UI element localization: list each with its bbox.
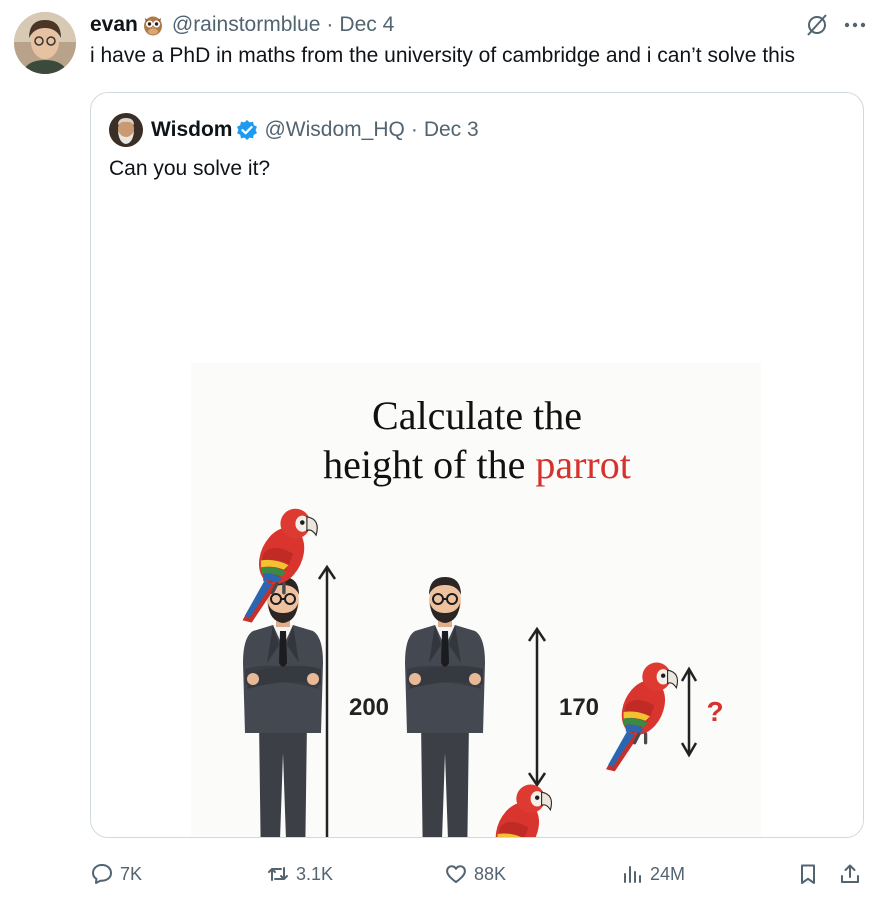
repost-button[interactable]: 3.1K: [266, 856, 333, 892]
quoted-header: Wisdom @Wisdom_HQ · Dec 3: [109, 113, 479, 147]
author-name[interactable]: evan: [90, 13, 138, 37]
quoted-date[interactable]: Dec 3: [424, 118, 479, 142]
action-bar: 7K 3.1K 88K 24M: [90, 856, 864, 892]
puzzle-title-highlight: parrot: [535, 442, 631, 487]
share-icon: [841, 864, 859, 883]
reply-button[interactable]: 7K: [90, 856, 142, 892]
puzzle-title-line2: height of the parrot: [323, 442, 631, 487]
puzzle-image[interactable]: Calculate the height of the parrot 200 1…: [91, 193, 863, 837]
tweet-date[interactable]: Dec 4: [339, 13, 394, 37]
like-count: 88K: [474, 863, 507, 884]
author-avatar[interactable]: [14, 12, 76, 74]
puzzle-title-line1: Calculate the: [372, 393, 582, 438]
quoted-tweet[interactable]: Wisdom @Wisdom_HQ · Dec 3 Can you solve …: [90, 92, 864, 838]
like-button[interactable]: 88K: [444, 856, 506, 892]
repost-icon: [268, 867, 288, 881]
reply-count: 7K: [120, 863, 143, 884]
more-options-icon[interactable]: [842, 12, 868, 38]
views-count: 24M: [650, 863, 686, 884]
quoted-author-name[interactable]: Wisdom: [151, 118, 232, 142]
views-button[interactable]: 24M: [620, 856, 685, 892]
quoted-text: Can you solve it?: [109, 157, 271, 180]
tweet-header: evan @rainstormblue · Dec 4: [90, 12, 868, 38]
reply-icon: [92, 864, 112, 884]
views-icon: [624, 866, 641, 883]
tweet-text: i have a PhD in maths from the universit…: [90, 44, 795, 67]
share-button[interactable]: [838, 856, 868, 892]
grok-icon[interactable]: [804, 12, 830, 38]
quoted-handle[interactable]: @Wisdom_HQ: [264, 118, 404, 142]
bookmark-button[interactable]: [796, 856, 826, 892]
puzzle-title-prefix: height of the: [323, 442, 535, 487]
bookmark-icon: [801, 864, 815, 884]
repost-count: 3.1K: [296, 863, 334, 884]
puzzle-illustration: Calculate the height of the parrot 200 1…: [191, 363, 761, 837]
quoted-avatar[interactable]: [109, 113, 143, 147]
heart-icon: [446, 865, 466, 883]
owl-icon: [142, 14, 164, 36]
question-mark-label: ?: [706, 696, 723, 727]
height-label-200: 200: [349, 694, 389, 721]
separator-dot: ·: [326, 13, 334, 36]
author-handle[interactable]: @rainstormblue: [172, 13, 321, 37]
height-label-170: 170: [559, 694, 599, 721]
verified-badge-icon: [236, 119, 258, 141]
quoted-separator-dot: ·: [410, 118, 418, 141]
